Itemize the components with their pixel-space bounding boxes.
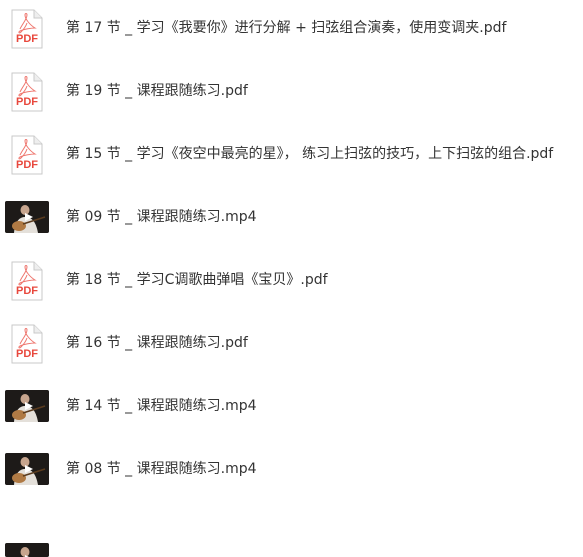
pdf-icon-label: PDF: [16, 285, 38, 297]
file-list-item[interactable]: 第 09 节 _ 课程跟随练习.mp4: [0, 192, 583, 242]
file-name: 第 08 节 _ 课程跟随练习.mp4: [66, 461, 257, 477]
file-name: 第 16 节 _ 课程跟随练习.pdf: [66, 335, 248, 351]
file-list-item[interactable]: PDF 第 16 节 _ 课程跟随练习.pdf: [0, 318, 583, 368]
file-list: PDF 第 17 节 _ 学习《我要你》进行分解 + 扫弦组合演奏，使用变调夹.p…: [0, 0, 583, 557]
pdf-file-icon: PDF: [10, 261, 44, 301]
file-list-item[interactable]: 第 14 节 _ 课程跟随练习.mp4: [0, 381, 583, 431]
file-name: 第 09 节 _ 课程跟随练习.mp4: [66, 209, 257, 225]
pdf-file-icon: PDF: [10, 9, 44, 49]
file-list-item[interactable]: PDF 第 17 节 _ 学习《我要你》进行分解 + 扫弦组合演奏，使用变调夹.p…: [0, 3, 583, 53]
file-name: 第 14 节 _ 课程跟随练习.mp4: [66, 398, 257, 414]
pdf-file-icon: PDF: [10, 324, 44, 364]
file-list-item[interactable]: 第 08 节 _ 课程跟随练习.mp4: [0, 444, 583, 494]
file-name: 第 15 节 _ 学习《夜空中最亮的星》， 练习上扫弦的技巧，上下扫弦的组合.p…: [66, 146, 554, 162]
pdf-icon-label: PDF: [16, 348, 38, 360]
file-list-item[interactable]: PDF 第 15 节 _ 学习《夜空中最亮的星》， 练习上扫弦的技巧，上下扫弦的组…: [0, 129, 583, 179]
file-name: 第 17 节 _ 学习《我要你》进行分解 + 扫弦组合演奏，使用变调夹.pdf: [66, 20, 507, 36]
file-list-item[interactable]: PDF 第 18 节 _ 学习C调歌曲弹唱《宝贝》.pdf: [0, 255, 583, 305]
pdf-icon-label: PDF: [16, 96, 38, 108]
file-name: 第 19 节 _ 课程跟随练习.pdf: [66, 83, 248, 99]
pdf-file-icon: PDF: [10, 72, 44, 112]
video-thumbnail: [5, 543, 49, 557]
pdf-file-icon: PDF: [10, 135, 44, 175]
file-list-item[interactable]: [0, 507, 583, 557]
pdf-icon-label: PDF: [16, 33, 38, 45]
video-thumbnail: [5, 453, 49, 485]
pdf-icon-label: PDF: [16, 159, 38, 171]
video-thumbnail: [5, 390, 49, 422]
file-name: 第 18 节 _ 学习C调歌曲弹唱《宝贝》.pdf: [66, 272, 328, 288]
video-thumbnail: [5, 201, 49, 233]
file-list-item[interactable]: PDF 第 19 节 _ 课程跟随练习.pdf: [0, 66, 583, 116]
